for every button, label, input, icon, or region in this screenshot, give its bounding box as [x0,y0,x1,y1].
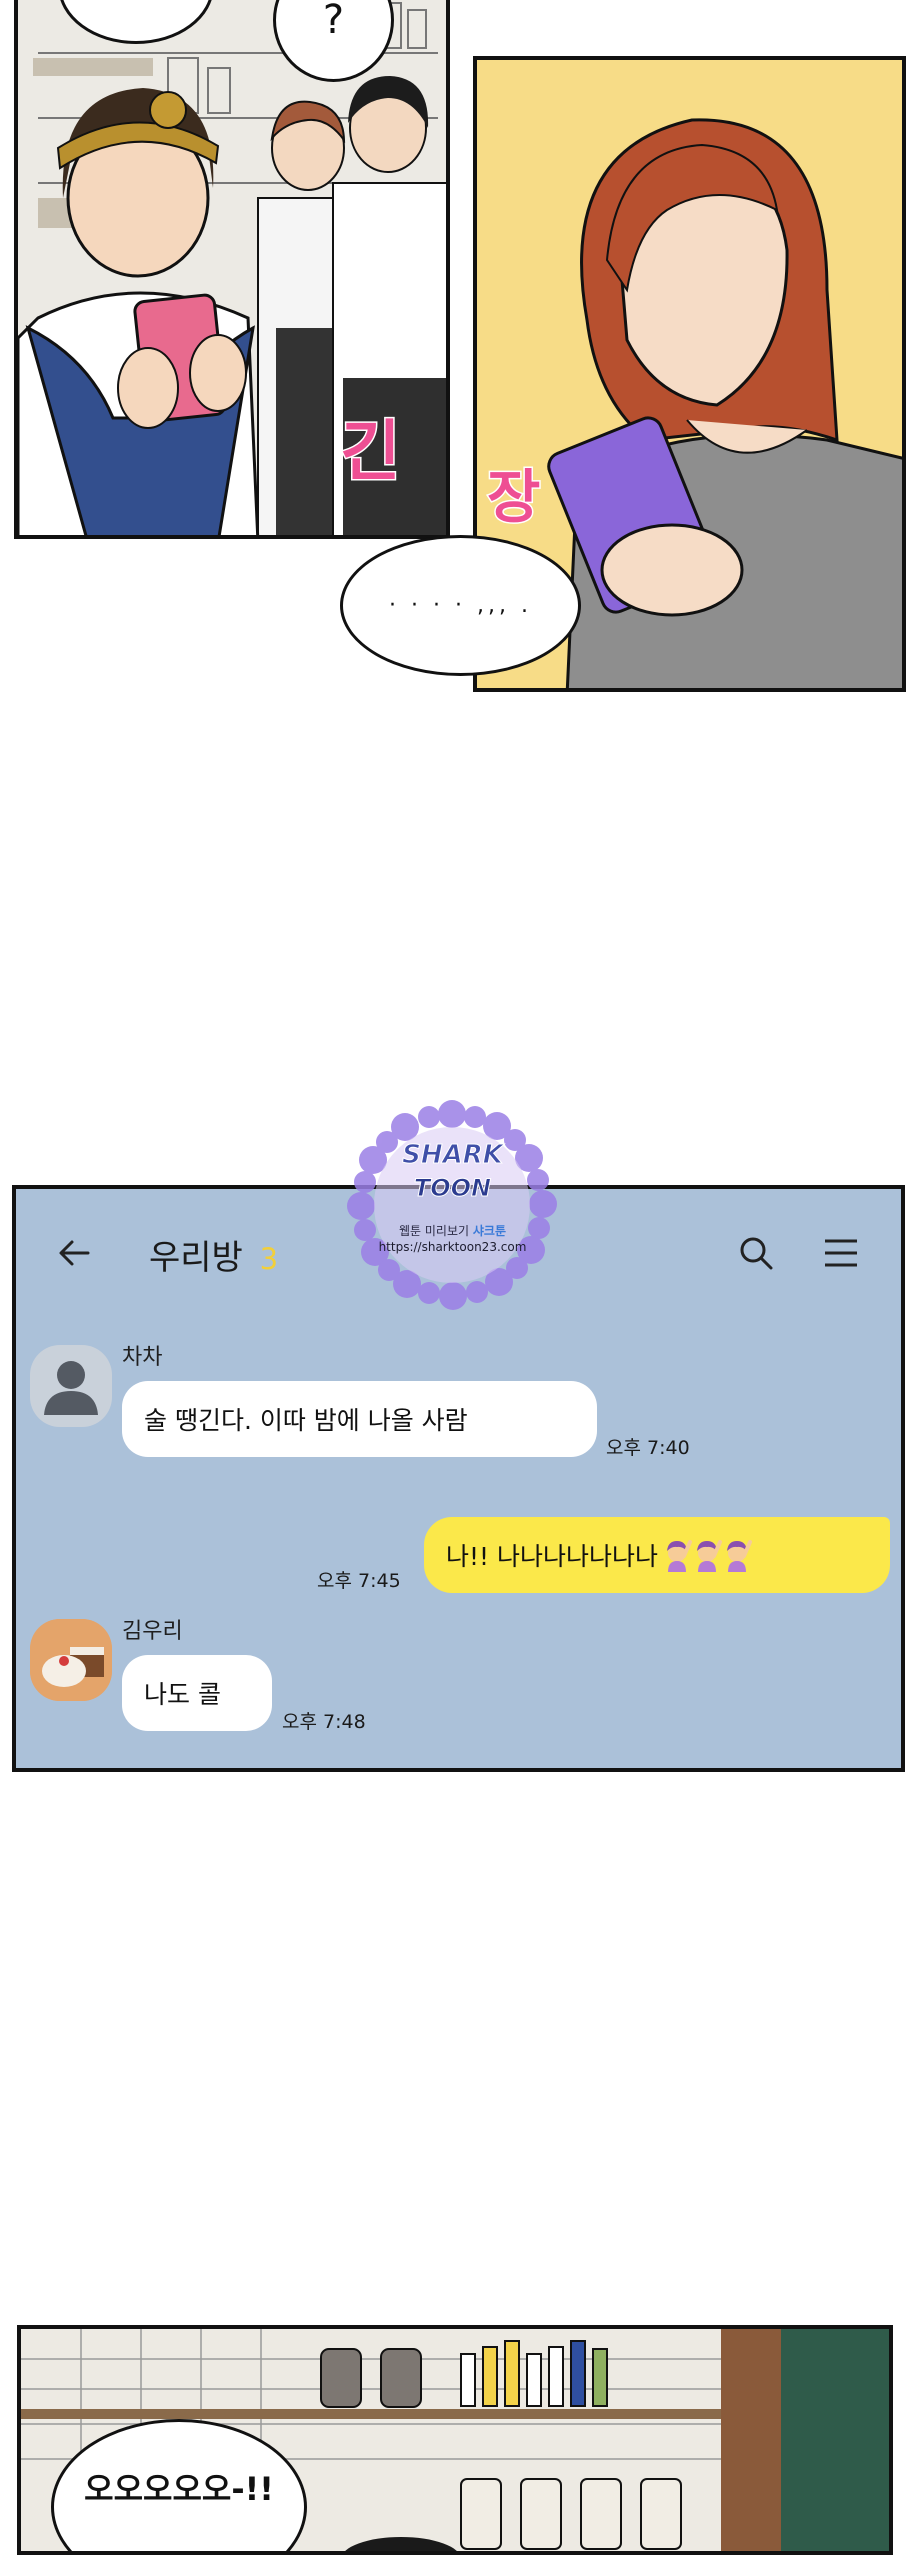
message-text: 나도 콜 [144,1680,221,1709]
message-time: 오후 7:48 [282,1711,366,1733]
chat-room-title: 우리방 3 [149,1230,278,1279]
message-bubble[interactable]: 나!! 나나나나나나나 [424,1517,890,1593]
message-text: 술 땡긴다. 이따 밤에 나올 사람 [144,1406,468,1435]
sender-name: 차차 [122,1345,163,1370]
message-time: 오후 7:40 [606,1437,690,1459]
raising-hand-emoji-icon [662,1538,692,1572]
message-text: 나!! 나나나나나나나 [446,1542,658,1571]
speech-bubble-ellipsis: · · · · ,,, . [340,535,581,676]
speech-text: 오오오오오-!! [84,2470,274,2508]
message-bubble[interactable]: 나도 콜 [122,1655,272,1731]
raising-hand-emoji-icon [692,1538,722,1572]
sound-effect-text: 긴 [339,412,403,492]
watermark-tagline-prefix: 웹툰 미리보기 [398,1224,470,1238]
menu-icon[interactable] [822,1235,860,1271]
watermark-logo-line1: SHARK [402,1140,504,1171]
watermark-url: https://sharktoon23.com [378,1240,527,1254]
message-time: 오후 7:45 [317,1570,401,1592]
speech-text: ? [322,0,345,43]
sound-effect-text: 장 [485,462,541,533]
raising-hand-emoji-icon [722,1538,752,1572]
default-user-avatar-icon [44,1361,98,1415]
comic-panel-cafe-shelves: 오오오오오-!! [17,2325,893,2555]
watermark-logo-line2: TOON [413,1174,492,1203]
speech-text: · · · · ,,, . [389,593,532,618]
avatar[interactable] [30,1619,112,1701]
watermark-tagline-brand: 샤크툰 [472,1224,506,1238]
watermark-logo-text: SHARK TOON [345,1140,560,1203]
sender-name: 김우리 [122,1619,183,1644]
back-arrow-icon[interactable] [54,1233,94,1273]
avatar[interactable] [30,1345,112,1427]
search-icon[interactable] [736,1233,776,1273]
message-bubble[interactable]: 술 땡긴다. 이따 밤에 나올 사람 [122,1381,597,1457]
watermark: SHARK TOON 웹툰 미리보기 샤크툰 https://sharktoon… [345,1100,560,1315]
comic-panel-cafe-staff: ? 긴 [14,0,450,539]
cake-photo-avatar-icon [30,1619,112,1701]
member-count: 3 [259,1242,279,1276]
watermark-tagline: 웹툰 미리보기 샤크툰 [345,1222,560,1239]
room-name: 우리방 [149,1238,243,1278]
flower-wreath-logo [347,1100,557,1310]
